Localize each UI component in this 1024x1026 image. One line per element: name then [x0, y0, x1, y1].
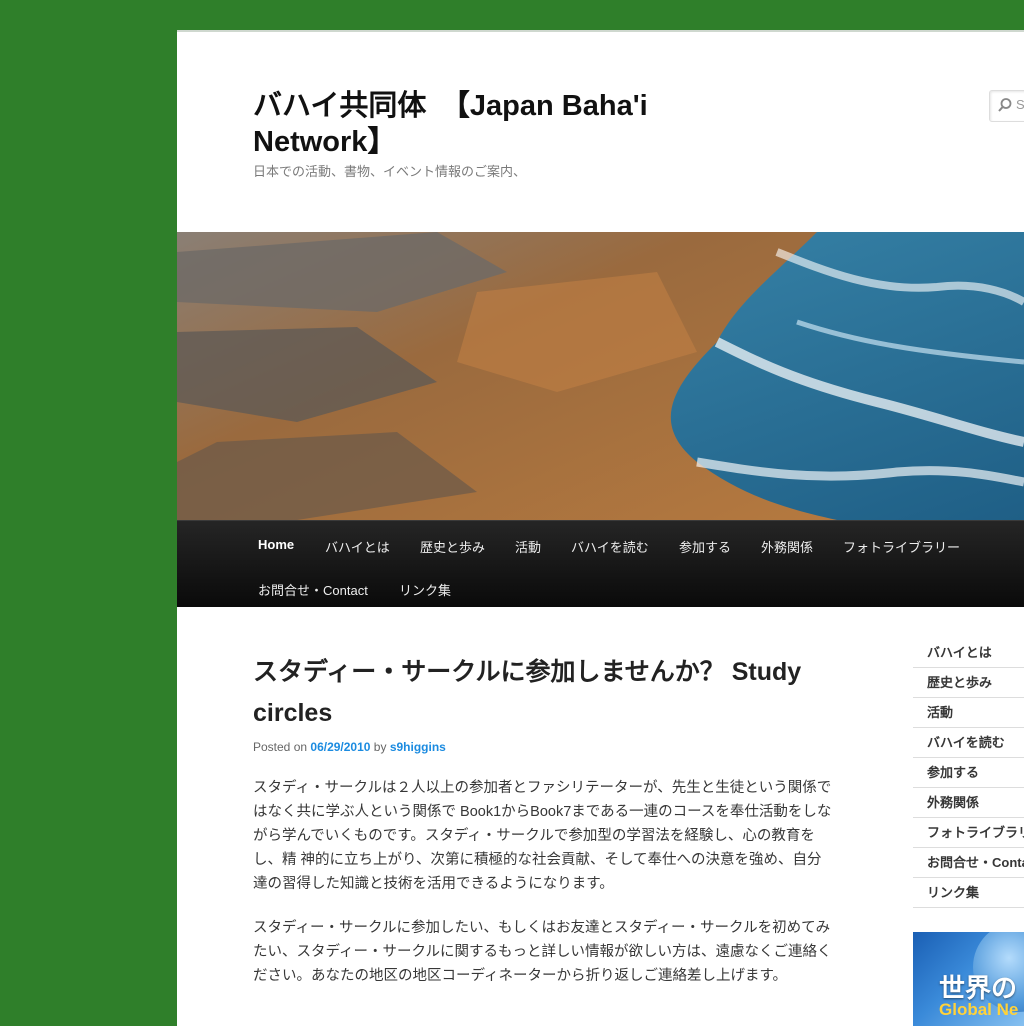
- sidebar-item-join[interactable]: 参加する: [913, 758, 1024, 788]
- by-label: by: [373, 740, 387, 754]
- post-title[interactable]: スタディー・サークルに参加しませんか？ Study circles: [253, 652, 833, 734]
- sidebar-item-contact[interactable]: お問合せ・Contact: [913, 848, 1024, 878]
- main-navigation: Home バハイとは 歴史と歩み 活動 バハイを読む 参加する 外務関係 フォト…: [177, 520, 1024, 607]
- sidebar-item-about[interactable]: バハイとは: [913, 638, 1024, 668]
- nav-item-activities[interactable]: 活動: [515, 537, 541, 556]
- post-meta: Posted on 06/29/2010 by s9higgins: [253, 740, 833, 754]
- banner-subheading: Global Ne: [939, 1000, 1019, 1019]
- nav-item-read[interactable]: バハイを読む: [571, 537, 649, 556]
- nav-item-history[interactable]: 歴史と歩み: [420, 537, 485, 556]
- posted-on-label: Posted on: [253, 740, 308, 754]
- sidebar-item-read[interactable]: バハイを読む: [913, 728, 1024, 758]
- site-description: 日本での活動、書物、イベント情報のご案内、: [253, 164, 527, 179]
- main-content: スタディー・サークルに参加しませんか？ Study circles Posted…: [253, 652, 833, 988]
- nav-item-join[interactable]: 参加する: [679, 537, 731, 556]
- search-placeholder: S: [1016, 97, 1024, 112]
- header-banner-image: [177, 232, 1024, 520]
- nav-item-contact[interactable]: お問合せ・Contact: [258, 580, 368, 599]
- sidebar-item-external-affairs[interactable]: 外務関係: [913, 788, 1024, 818]
- nav-item-about[interactable]: バハイとは: [325, 537, 390, 556]
- post-author-link[interactable]: s9higgins: [390, 740, 446, 754]
- page-container: バハイ共同体 【Japan Baha'i Network】 日本での活動、書物、…: [177, 30, 1024, 1026]
- sidebar-menu: バハイとは 歴史と歩み 活動 バハイを読む 参加する 外務関係 フォトライブラリ…: [913, 638, 1024, 908]
- search-icon: [998, 98, 1012, 112]
- nav-item-photo-library[interactable]: フォトライブラリー: [843, 537, 960, 556]
- nav-item-links[interactable]: リンク集: [399, 580, 451, 599]
- sidebar-item-links[interactable]: リンク集: [913, 878, 1024, 908]
- post-paragraph: スタディ・サークルは２人以上の参加者とファシリテーターが、先生と生徒という関係で…: [253, 780, 832, 892]
- sidebar-item-activities[interactable]: 活動: [913, 698, 1024, 728]
- nav-item-external-affairs[interactable]: 外務関係: [761, 537, 813, 556]
- post-date-link[interactable]: 06/29/2010: [310, 740, 370, 754]
- search-input[interactable]: S: [989, 90, 1024, 122]
- site-title[interactable]: バハイ共同体 【Japan Baha'i Network】: [253, 88, 723, 160]
- global-news-banner[interactable]: 世界の Global Ne: [913, 932, 1024, 1026]
- post-paragraph: スタディー・サークルに参加したい、もしくはお友達とスタディー・サークルを初めてみ…: [253, 920, 832, 984]
- nav-item-home[interactable]: Home: [258, 537, 294, 552]
- sidebar-item-history[interactable]: 歴史と歩み: [913, 668, 1024, 698]
- sidebar-item-photo-library[interactable]: フォトライブラリー: [913, 818, 1024, 848]
